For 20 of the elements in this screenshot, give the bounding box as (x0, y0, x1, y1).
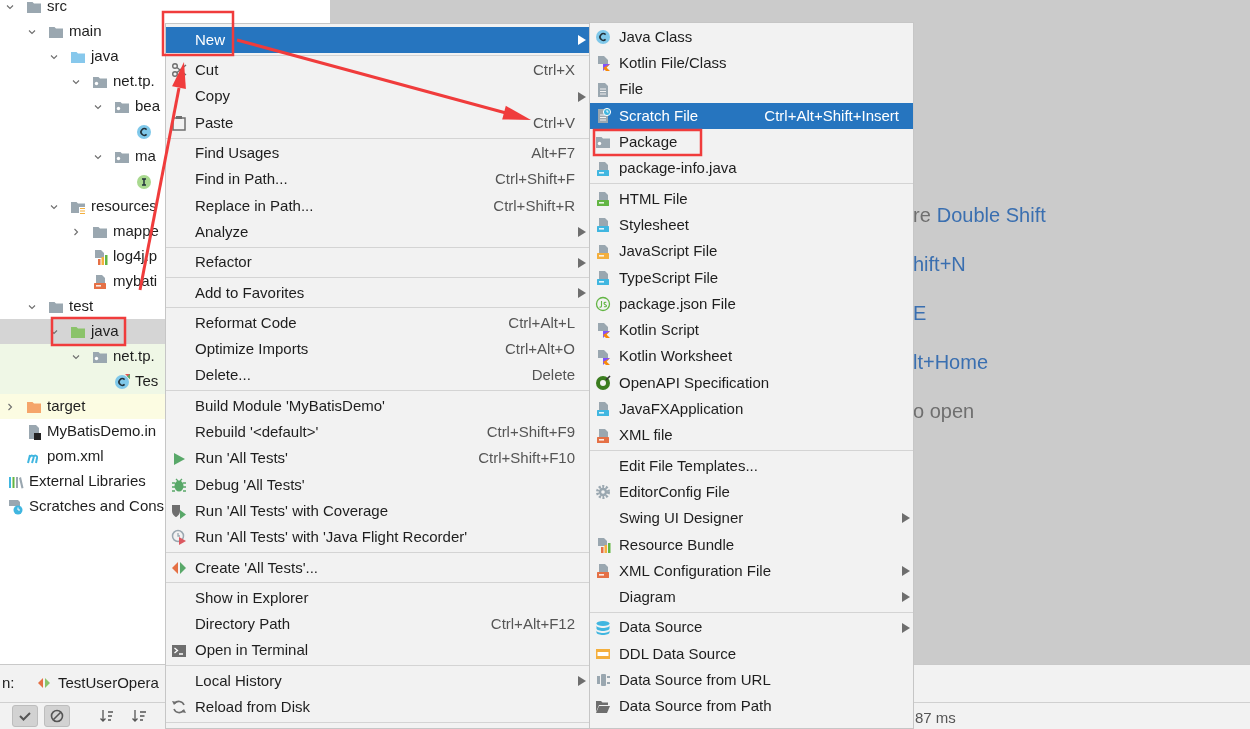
shortcut-text: Alt+F7 (531, 143, 575, 164)
shortcut-text: Ctrl+X (532, 60, 575, 81)
shortcut-text: Delete (531, 365, 575, 386)
hint-text: re (913, 202, 931, 228)
shortcut-text: Ctrl+Alt+O (504, 339, 575, 360)
shortcut-text: Ctrl+Shift+F9 (486, 422, 575, 443)
shortcut-text: Ctrl+Shift+F10 (478, 448, 575, 469)
shortcut-text: Ctrl+V (532, 112, 575, 133)
shortcut-hint: Double Shift (936, 202, 1046, 228)
shortcut-text: Ctrl+Shift+R (493, 195, 575, 216)
shortcut-hint: E (913, 300, 927, 326)
hint-text: o open (913, 398, 975, 424)
shortcut-text: Ctrl+Shift+F (494, 169, 575, 190)
shortcut-text: Ctrl+Alt+L (508, 312, 575, 333)
shortcut-hint: lt+Home (913, 349, 989, 375)
duration-text: 87 ms (915, 707, 956, 728)
shortcut-hint: hift+N (913, 251, 966, 277)
panel-label: n: (2, 673, 16, 693)
shortcut-text: Ctrl+Alt+F12 (490, 614, 575, 635)
shortcut-text: Ctrl+Alt+Shift+Insert (764, 105, 899, 126)
